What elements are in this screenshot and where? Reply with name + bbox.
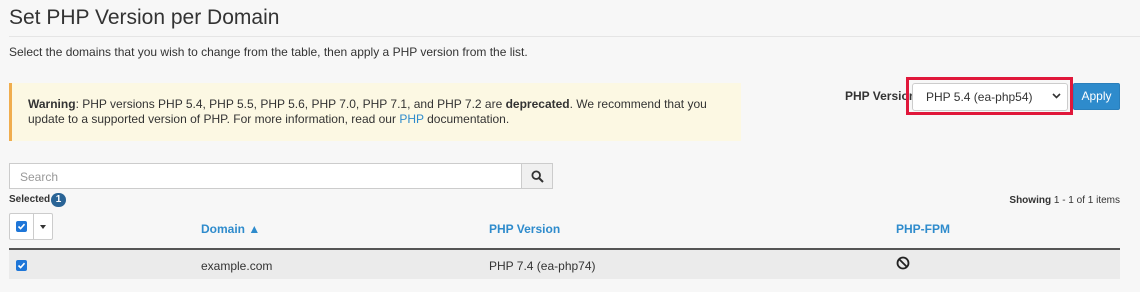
php-version-select[interactable]: PHP 5.4 (ea-php54) — [912, 83, 1068, 111]
showing-label: Showing — [1009, 195, 1052, 206]
select-all-checkbox[interactable] — [16, 221, 27, 232]
column-header-php-version[interactable]: PHP Version — [489, 222, 560, 236]
chevron-down-icon — [1052, 89, 1061, 106]
pagination-summary: Showing 1 - 1 of 1 items — [1009, 195, 1120, 206]
table-row: example.com PHP 7.4 (ea-php74) — [9, 250, 1120, 279]
search-icon — [531, 170, 544, 188]
select-all-group — [9, 213, 53, 240]
page-description: Select the domains that you wish to chan… — [9, 45, 528, 59]
row-domain: example.com — [201, 259, 273, 273]
search-input[interactable]: Search — [9, 163, 522, 189]
php-version-selected: PHP 5.4 (ea-php54) — [926, 90, 1033, 104]
warning-strong: Warning — [28, 97, 76, 111]
disabled-icon — [896, 256, 910, 275]
apply-button[interactable]: Apply — [1073, 83, 1120, 110]
page-title: Set PHP Version per Domain — [9, 6, 280, 29]
group-divider — [33, 214, 34, 239]
warning-text-1: : PHP versions PHP 5.4, PHP 5.5, PHP 5.6… — [75, 97, 506, 111]
php-docs-link[interactable]: PHP — [399, 112, 423, 126]
deprecation-warning: Warning: PHP versions PHP 5.4, PHP 5.5, … — [9, 83, 741, 141]
column-header-domain[interactable]: Domain ▲ — [201, 222, 260, 236]
row-checkbox[interactable] — [16, 260, 27, 271]
row-php-version: PHP 7.4 (ea-php74) — [489, 259, 596, 273]
showing-range: 1 - 1 of 1 items — [1053, 195, 1120, 206]
warning-deprecated: deprecated — [505, 97, 570, 111]
selected-label: Selected — [9, 194, 51, 205]
search-button[interactable] — [521, 163, 553, 189]
title-divider — [9, 36, 1140, 37]
warning-text-3: documentation. — [423, 112, 510, 126]
column-header-php-fpm[interactable]: PHP-FPM — [896, 222, 950, 236]
selected-count-badge: 1 — [51, 193, 66, 207]
caret-down-icon[interactable] — [40, 225, 46, 229]
